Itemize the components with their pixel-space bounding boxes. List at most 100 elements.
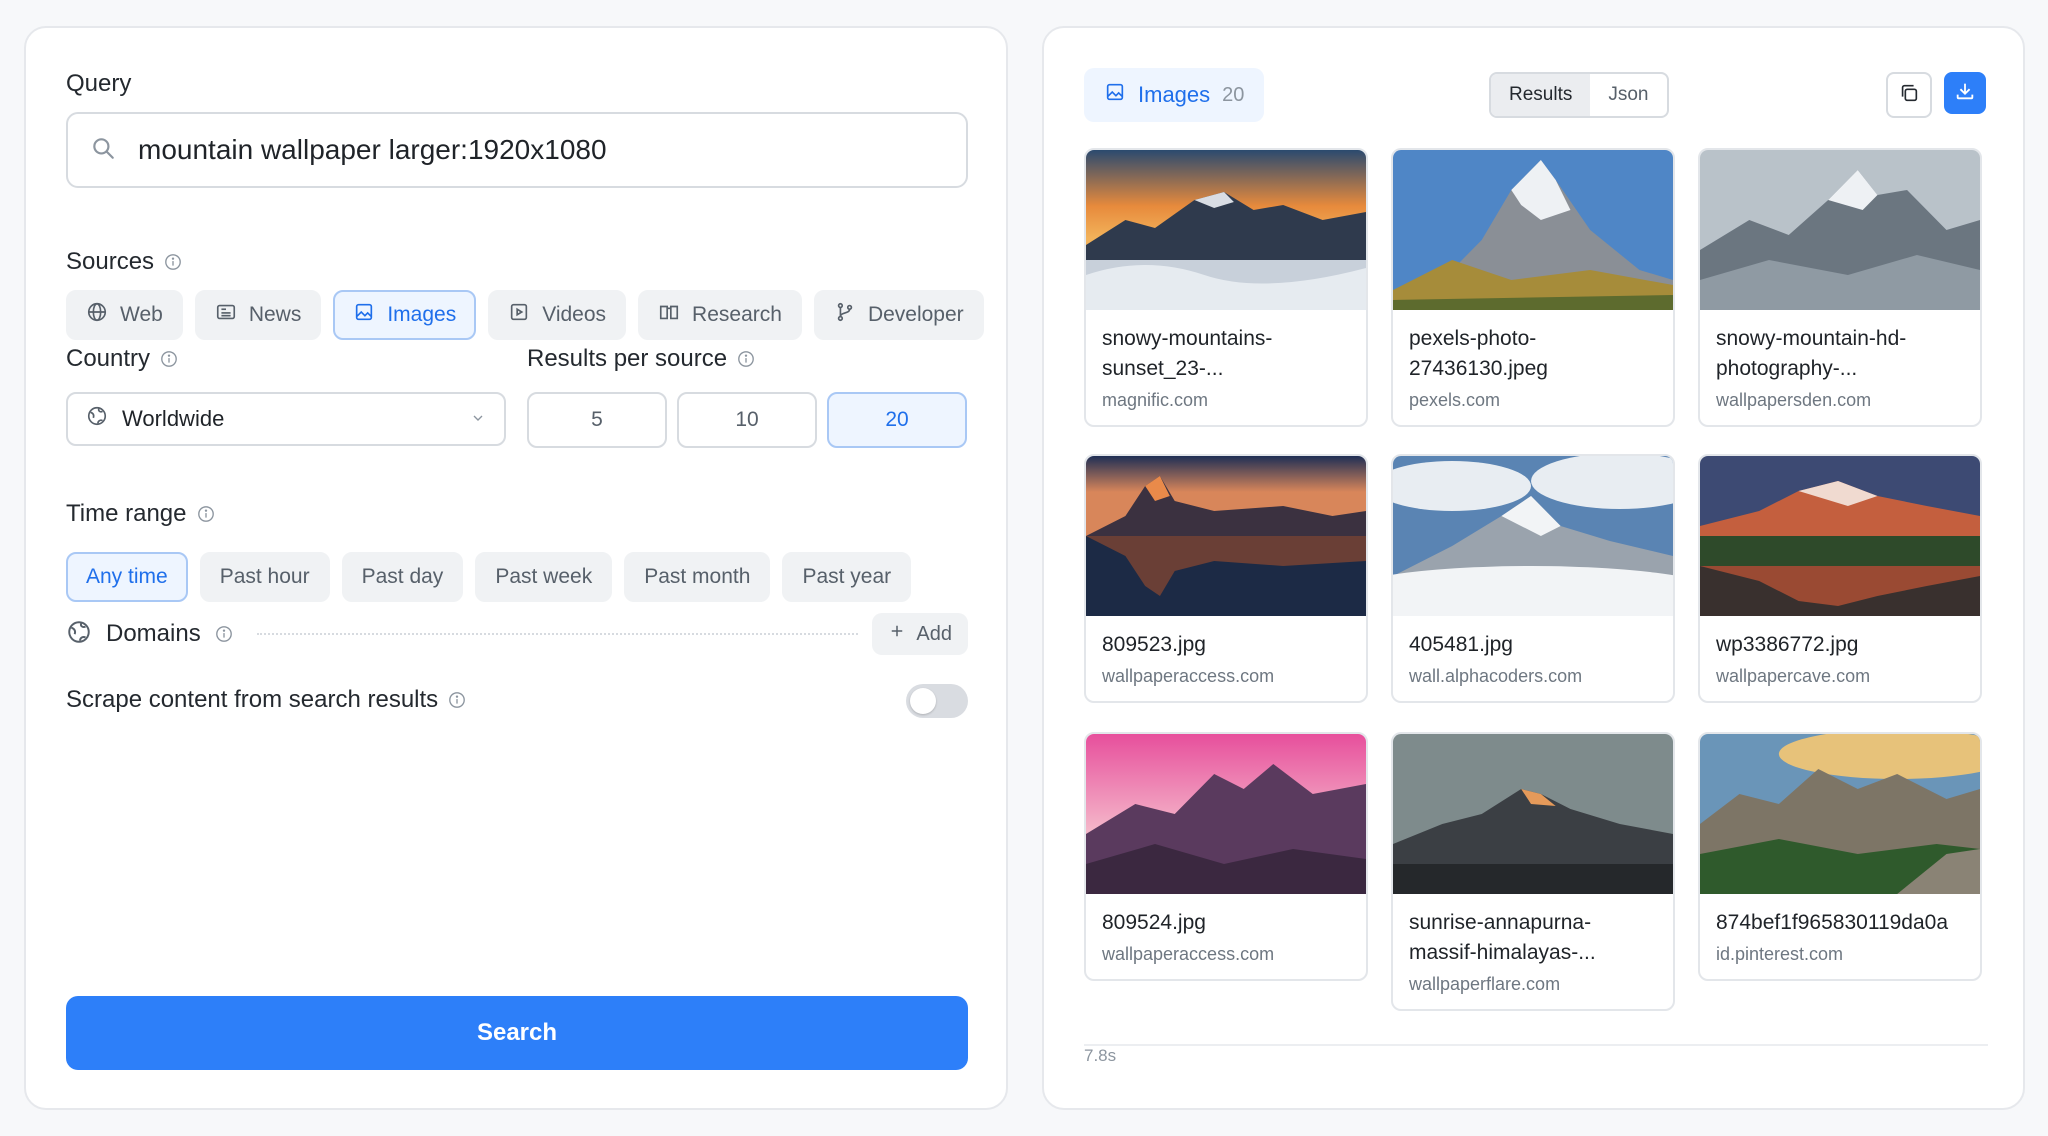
country-label-wrap: Country bbox=[66, 345, 178, 373]
globe-icon bbox=[66, 619, 92, 650]
image-result-card[interactable]: wp3386772.jpg wallpapercave.com bbox=[1698, 454, 1982, 703]
image-result-card[interactable]: pexels-photo- 27436130.jpeg pexels.com bbox=[1391, 148, 1675, 427]
result-source: wallpaperaccess.com bbox=[1102, 944, 1275, 964]
image-result-card[interactable]: sunrise-annapurna- massif-himalayas-... … bbox=[1391, 732, 1675, 1011]
time-range-past-hour[interactable]: Past hour bbox=[199, 552, 330, 602]
scrape-label-row: Scrape content from search results bbox=[66, 686, 466, 714]
result-title: 809524.jpg bbox=[1102, 911, 1206, 934]
result-title: sunrise-annapurna- massif-himalayas-... bbox=[1409, 911, 1596, 964]
time-range-label-row: Time range bbox=[66, 500, 215, 528]
sources-label: Sources bbox=[66, 248, 155, 275]
tab-images[interactable]: Images 20 bbox=[1084, 68, 1265, 122]
result-source: wall.alphacoders.com bbox=[1409, 666, 1583, 686]
image-result-card[interactable]: 809524.jpg wallpaperaccess.com bbox=[1084, 732, 1368, 981]
search-config-panel: Query Sources Web News Images Videos R bbox=[24, 26, 1008, 1110]
scrape-label: Scrape content from search results bbox=[66, 686, 439, 713]
result-thumbnail bbox=[1086, 734, 1366, 894]
source-chip-research[interactable]: Research bbox=[638, 290, 802, 340]
git-branch-icon bbox=[834, 301, 856, 329]
source-chip-web[interactable]: Web bbox=[66, 290, 183, 340]
result-source: magnific.com bbox=[1102, 390, 1209, 410]
domains-label: Domains bbox=[106, 620, 201, 647]
elapsed-time: 7.8s bbox=[1084, 1046, 1117, 1065]
country-value: Worldwide bbox=[122, 406, 225, 431]
globe-icon bbox=[86, 301, 108, 329]
source-chip-label: News bbox=[248, 303, 302, 326]
info-icon[interactable] bbox=[164, 253, 182, 271]
image-result-card[interactable]: 405481.jpg wall.alphacoders.com bbox=[1391, 454, 1675, 703]
time-range-past-day[interactable]: Past day bbox=[341, 552, 464, 602]
query-label: Query bbox=[66, 70, 132, 97]
source-chip-developer[interactable]: Developer bbox=[813, 290, 984, 340]
copy-button[interactable] bbox=[1886, 72, 1932, 118]
info-icon[interactable] bbox=[160, 350, 178, 368]
sources-label-row: Sources bbox=[66, 248, 182, 276]
tab-images-count: 20 bbox=[1222, 83, 1245, 106]
source-chip-videos[interactable]: Videos bbox=[488, 290, 627, 340]
result-source: wallpaperflare.com bbox=[1409, 974, 1561, 994]
book-icon bbox=[658, 301, 680, 329]
result-title: snowy-mountains- sunset_23-... bbox=[1102, 327, 1273, 380]
search-input[interactable] bbox=[138, 134, 938, 166]
result-thumbnail bbox=[1086, 456, 1366, 616]
search-icon bbox=[90, 135, 116, 166]
rps-option-10[interactable]: 10 bbox=[677, 392, 817, 448]
view-json-button[interactable]: Json bbox=[1590, 74, 1666, 116]
time-range-any-time[interactable]: Any time bbox=[66, 552, 188, 602]
result-title: 809523.jpg bbox=[1102, 633, 1206, 656]
image-result-card[interactable]: 809523.jpg wallpaperaccess.com bbox=[1084, 454, 1368, 703]
chevron-down-icon bbox=[470, 406, 486, 432]
source-chip-label: Images bbox=[387, 303, 457, 326]
query-label-row: Query bbox=[66, 70, 131, 98]
image-icon bbox=[1104, 81, 1126, 109]
copy-icon bbox=[1898, 82, 1920, 109]
add-domain-label: Add bbox=[916, 622, 952, 645]
newspaper-icon bbox=[215, 301, 237, 329]
source-chip-label: Developer bbox=[867, 303, 964, 326]
info-icon[interactable] bbox=[448, 691, 466, 709]
country-select[interactable]: Worldwide bbox=[66, 392, 506, 446]
plus-icon bbox=[888, 622, 906, 646]
source-chip-images[interactable]: Images bbox=[333, 290, 477, 340]
download-button[interactable] bbox=[1944, 72, 1986, 114]
image-result-card[interactable]: snowy-mountain-hd- photography-... wallp… bbox=[1698, 148, 1982, 427]
search-button[interactable]: Search bbox=[66, 996, 968, 1070]
rps-option-5[interactable]: 5 bbox=[527, 392, 667, 448]
source-chip-news[interactable]: News bbox=[194, 290, 322, 340]
info-icon[interactable] bbox=[737, 350, 755, 368]
result-thumbnail bbox=[1393, 150, 1673, 310]
result-title: snowy-mountain-hd- photography-... bbox=[1716, 327, 1907, 380]
globe-icon bbox=[86, 405, 108, 433]
query-field[interactable] bbox=[66, 112, 968, 188]
scrape-toggle[interactable] bbox=[906, 684, 968, 718]
result-source: id.pinterest.com bbox=[1716, 944, 1844, 964]
info-icon[interactable] bbox=[197, 505, 215, 523]
result-title: pexels-photo- 27436130.jpeg bbox=[1409, 327, 1548, 380]
info-icon[interactable] bbox=[215, 625, 233, 643]
result-source: pexels.com bbox=[1409, 390, 1501, 410]
results-panel: Images 20 Results Json snowy-mountains- … bbox=[1042, 26, 2025, 1110]
tab-images-label: Images bbox=[1138, 82, 1211, 107]
rps-option-20[interactable]: 20 bbox=[827, 392, 967, 448]
time-range-label: Time range bbox=[66, 500, 187, 527]
add-domain-button[interactable]: Add bbox=[872, 613, 968, 655]
time-range-past-year[interactable]: Past year bbox=[782, 552, 912, 602]
time-range-past-week[interactable]: Past week bbox=[475, 552, 613, 602]
sources-chips: Web News Images Videos Research Develope… bbox=[66, 290, 984, 340]
result-title: 405481.jpg bbox=[1409, 633, 1513, 656]
source-chip-label: Research bbox=[692, 303, 782, 326]
view-results-button[interactable]: Results bbox=[1491, 74, 1591, 116]
country-label: Country bbox=[66, 345, 151, 372]
image-result-card[interactable]: 874bef1f965830119da0a id.pinterest.com bbox=[1698, 732, 1982, 981]
time-range-past-month[interactable]: Past month bbox=[624, 552, 771, 602]
result-source: wallpaperaccess.com bbox=[1102, 666, 1275, 686]
image-results-grid: snowy-mountains- sunset_23-... magnific.… bbox=[1084, 148, 1988, 1028]
result-source: wallpapercave.com bbox=[1716, 666, 1871, 686]
result-thumbnail bbox=[1086, 150, 1366, 310]
results-per-source-label: Results per source bbox=[527, 345, 728, 372]
image-result-card[interactable]: snowy-mountains- sunset_23-... magnific.… bbox=[1084, 148, 1368, 427]
rps-label-row: Results per source bbox=[527, 345, 755, 373]
result-title: wp3386772.jpg bbox=[1716, 633, 1859, 656]
result-thumbnail bbox=[1393, 456, 1673, 616]
toggle-knob bbox=[910, 688, 936, 714]
